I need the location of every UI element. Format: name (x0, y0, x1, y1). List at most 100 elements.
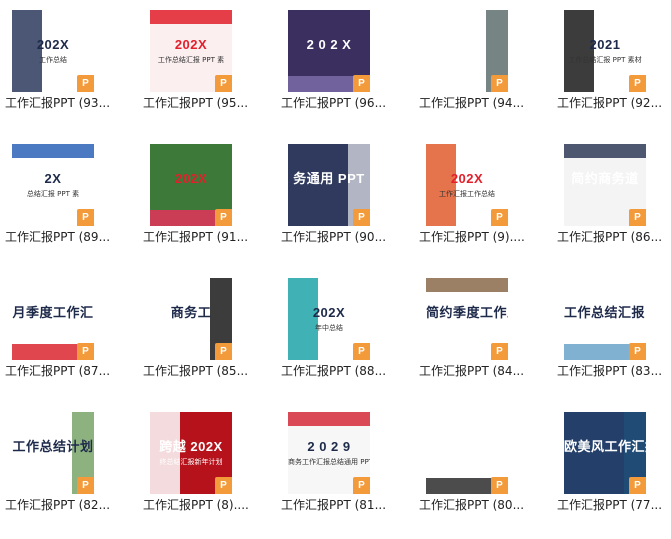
thumbnail-subtitle: 终总结汇报新年计划 (159, 458, 223, 466)
file-item[interactable]: 跨越 202X 终总结汇报新年计划 P 工作汇报PPT (8).... (138, 402, 273, 527)
file-item[interactable]: 工作汇报 PPT P 工作汇报PPT (80... (414, 402, 549, 527)
pptx-file-icon: P (629, 477, 646, 494)
pptx-file-icon: P (215, 75, 232, 92)
file-thumbnail[interactable]: 工作总结汇报 PPT 素 P (564, 278, 646, 360)
file-thumbnail[interactable]: 2X 总结汇报 PPT 素 P (12, 144, 94, 226)
file-thumbnail[interactable]: 简约季度工作总结 P (426, 278, 508, 360)
file-thumbnail[interactable]: 202X 工作总结 P (12, 10, 94, 92)
pptx-file-icon: P (629, 75, 646, 92)
file-thumbnail[interactable]: 202X 工作总结汇报 PPT 素 P (150, 10, 232, 92)
thumbnail-title: 202X (36, 37, 70, 52)
pptx-file-icon: P (353, 75, 370, 92)
file-thumbnail[interactable]: 欧美风工作汇报 PPT 素材 P (564, 412, 646, 494)
file-item[interactable]: 工作总结汇报 PPT 素 P 工作汇报PPT (83... (552, 268, 671, 393)
file-thumbnail[interactable]: 2021 工作总结汇报 PPT 素材 P (564, 10, 646, 92)
thumbnail-title: 202X (450, 171, 484, 186)
file-thumbnail[interactable]: 月季度工作汇 P (12, 278, 94, 360)
file-item[interactable]: 简约季度工作总结 P 工作汇报PPT (84... (414, 268, 549, 393)
file-thumbnail[interactable]: 202X P (150, 144, 232, 226)
file-thumbnail[interactable]: 简约商务道 P (564, 144, 646, 226)
file-name[interactable]: 工作汇报PPT (77... (557, 498, 671, 512)
thumbnail-title: 2X (44, 171, 62, 186)
thumbnail-subtitle: 总结汇报 PPT 素 (26, 190, 80, 198)
file-item[interactable]: 202X 工作总结汇报 PPT 素 P 工作汇报PPT (95... (138, 0, 273, 125)
thumbnail-title: 2021 (589, 37, 621, 52)
pptx-file-icon: P (491, 343, 508, 360)
file-name[interactable]: 工作汇报PPT (84... (419, 364, 545, 378)
pptx-file-icon: P (491, 209, 508, 226)
pptx-file-icon: P (215, 209, 232, 226)
pptx-file-icon: P (491, 477, 508, 494)
thumbnail-subtitle: 工作总结汇报 PPT 素材 (568, 56, 642, 64)
pptx-file-icon: P (77, 75, 94, 92)
pptx-file-icon: P (353, 209, 370, 226)
file-name[interactable]: 工作汇报PPT (92... (557, 96, 671, 110)
pptx-file-icon: P (491, 75, 508, 92)
file-name[interactable]: 工作汇报PPT (87... (5, 364, 131, 378)
file-item[interactable]: 202X P 工作汇报PPT (91... (138, 134, 273, 259)
file-name[interactable]: 工作汇报PPT (96... (281, 96, 407, 110)
file-thumbnail[interactable]: 跨越 202X 终总结汇报新年计划 P (150, 412, 232, 494)
thumbnail-title: 简约商务道 (571, 171, 639, 186)
file-thumbnail[interactable]: 商务工 P (150, 278, 232, 360)
pptx-file-icon: P (77, 343, 94, 360)
pptx-file-icon: P (353, 477, 370, 494)
file-thumbnail[interactable]: 2 0 2 9 商务工作汇报总结通用 PPT P (288, 412, 370, 494)
thumbnail-title: 2 0 2 9 (307, 439, 351, 454)
file-item[interactable]: 2X 总结汇报 PPT 素 P 工作汇报PPT (89... (0, 134, 135, 259)
file-item[interactable]: 2021 工作总结汇报 PPT 素材 P 工作汇报PPT (92... (552, 0, 671, 125)
pptx-file-icon: P (215, 477, 232, 494)
thumbnail-subtitle: 商务工作汇报总结通用 PPT (288, 458, 370, 466)
file-name[interactable]: 工作汇报PPT (86... (557, 230, 671, 244)
file-name[interactable]: 工作汇报PPT (8).... (143, 498, 269, 512)
thumbnail-subtitle: 工作汇报工作总结 (439, 190, 495, 198)
file-item[interactable]: 月季度工作汇 P 工作汇报PPT (87... (0, 268, 135, 393)
file-thumbnail[interactable]: 工作汇报 PPT P (426, 412, 508, 494)
file-thumbnail[interactable]: 工作总结计划 P (12, 412, 94, 494)
file-name[interactable]: 工作汇报PPT (81... (281, 498, 407, 512)
thumbnail-subtitle: 工作总结 (39, 56, 67, 64)
file-item[interactable]: 202X 年中总结 P 工作汇报PPT (88... (276, 268, 411, 393)
thumbnail-decoration (150, 10, 232, 24)
file-thumbnail[interactable]: 202X 年中总结 P (288, 278, 370, 360)
thumbnail-decoration (564, 144, 646, 158)
file-name[interactable]: 工作汇报PPT (85... (143, 364, 269, 378)
file-item[interactable]: 2 0 2 9 商务工作汇报总结通用 PPT P 工作汇报PPT (81... (276, 402, 411, 527)
file-thumbnail[interactable]: P (426, 10, 508, 92)
file-name[interactable]: 工作汇报PPT (83... (557, 364, 671, 378)
file-thumbnail[interactable]: 2 0 2 X P (288, 10, 370, 92)
file-name[interactable]: 工作汇报PPT (80... (419, 498, 545, 512)
file-name[interactable]: 工作汇报PPT (91... (143, 230, 269, 244)
file-name[interactable]: 工作汇报PPT (82... (5, 498, 131, 512)
file-item[interactable]: 欧美风工作汇报 PPT 素材 P 工作汇报PPT (77... (552, 402, 671, 527)
file-item[interactable]: 工作总结计划 P 工作汇报PPT (82... (0, 402, 135, 527)
thumbnail-title: 202X (312, 305, 346, 320)
pptx-file-icon: P (77, 209, 94, 226)
file-item[interactable]: 202X 工作总结 P 工作汇报PPT (93... (0, 0, 135, 125)
file-item[interactable]: 务通用 PPT P 工作汇报PPT (90... (276, 134, 411, 259)
pptx-file-icon: P (629, 209, 646, 226)
file-thumbnail[interactable]: 202X 工作汇报工作总结 P (426, 144, 508, 226)
thumbnail-title: 简约季度工作总结 (426, 305, 508, 320)
file-name[interactable]: 工作汇报PPT (90... (281, 230, 407, 244)
thumbnail-title: 202X (174, 37, 208, 52)
file-name[interactable]: 工作汇报PPT (94... (419, 96, 545, 110)
thumbnail-title: 商务工 (170, 305, 212, 320)
file-item[interactable]: 2 0 2 X P 工作汇报PPT (96... (276, 0, 411, 125)
thumbnail-title: 工作总结计划 (12, 439, 94, 454)
thumbnail-decoration (426, 278, 508, 292)
file-name[interactable]: 工作汇报PPT (93... (5, 96, 131, 110)
pptx-file-icon: P (353, 343, 370, 360)
file-item[interactable]: 商务工 P 工作汇报PPT (85... (138, 268, 273, 393)
file-item[interactable]: 简约商务道 P 工作汇报PPT (86... (552, 134, 671, 259)
file-item[interactable]: P 工作汇报PPT (94... (414, 0, 549, 125)
thumbnail-title: 202X (174, 171, 208, 186)
file-name[interactable]: 工作汇报PPT (9).... (419, 230, 545, 244)
file-name[interactable]: 工作汇报PPT (95... (143, 96, 269, 110)
file-item[interactable]: 202X 工作汇报工作总结 P 工作汇报PPT (9).... (414, 134, 549, 259)
file-name[interactable]: 工作汇报PPT (88... (281, 364, 407, 378)
pptx-file-icon: P (629, 343, 646, 360)
file-thumbnail[interactable]: 务通用 PPT P (288, 144, 370, 226)
thumbnail-decoration (12, 144, 94, 158)
file-name[interactable]: 工作汇报PPT (89... (5, 230, 131, 244)
